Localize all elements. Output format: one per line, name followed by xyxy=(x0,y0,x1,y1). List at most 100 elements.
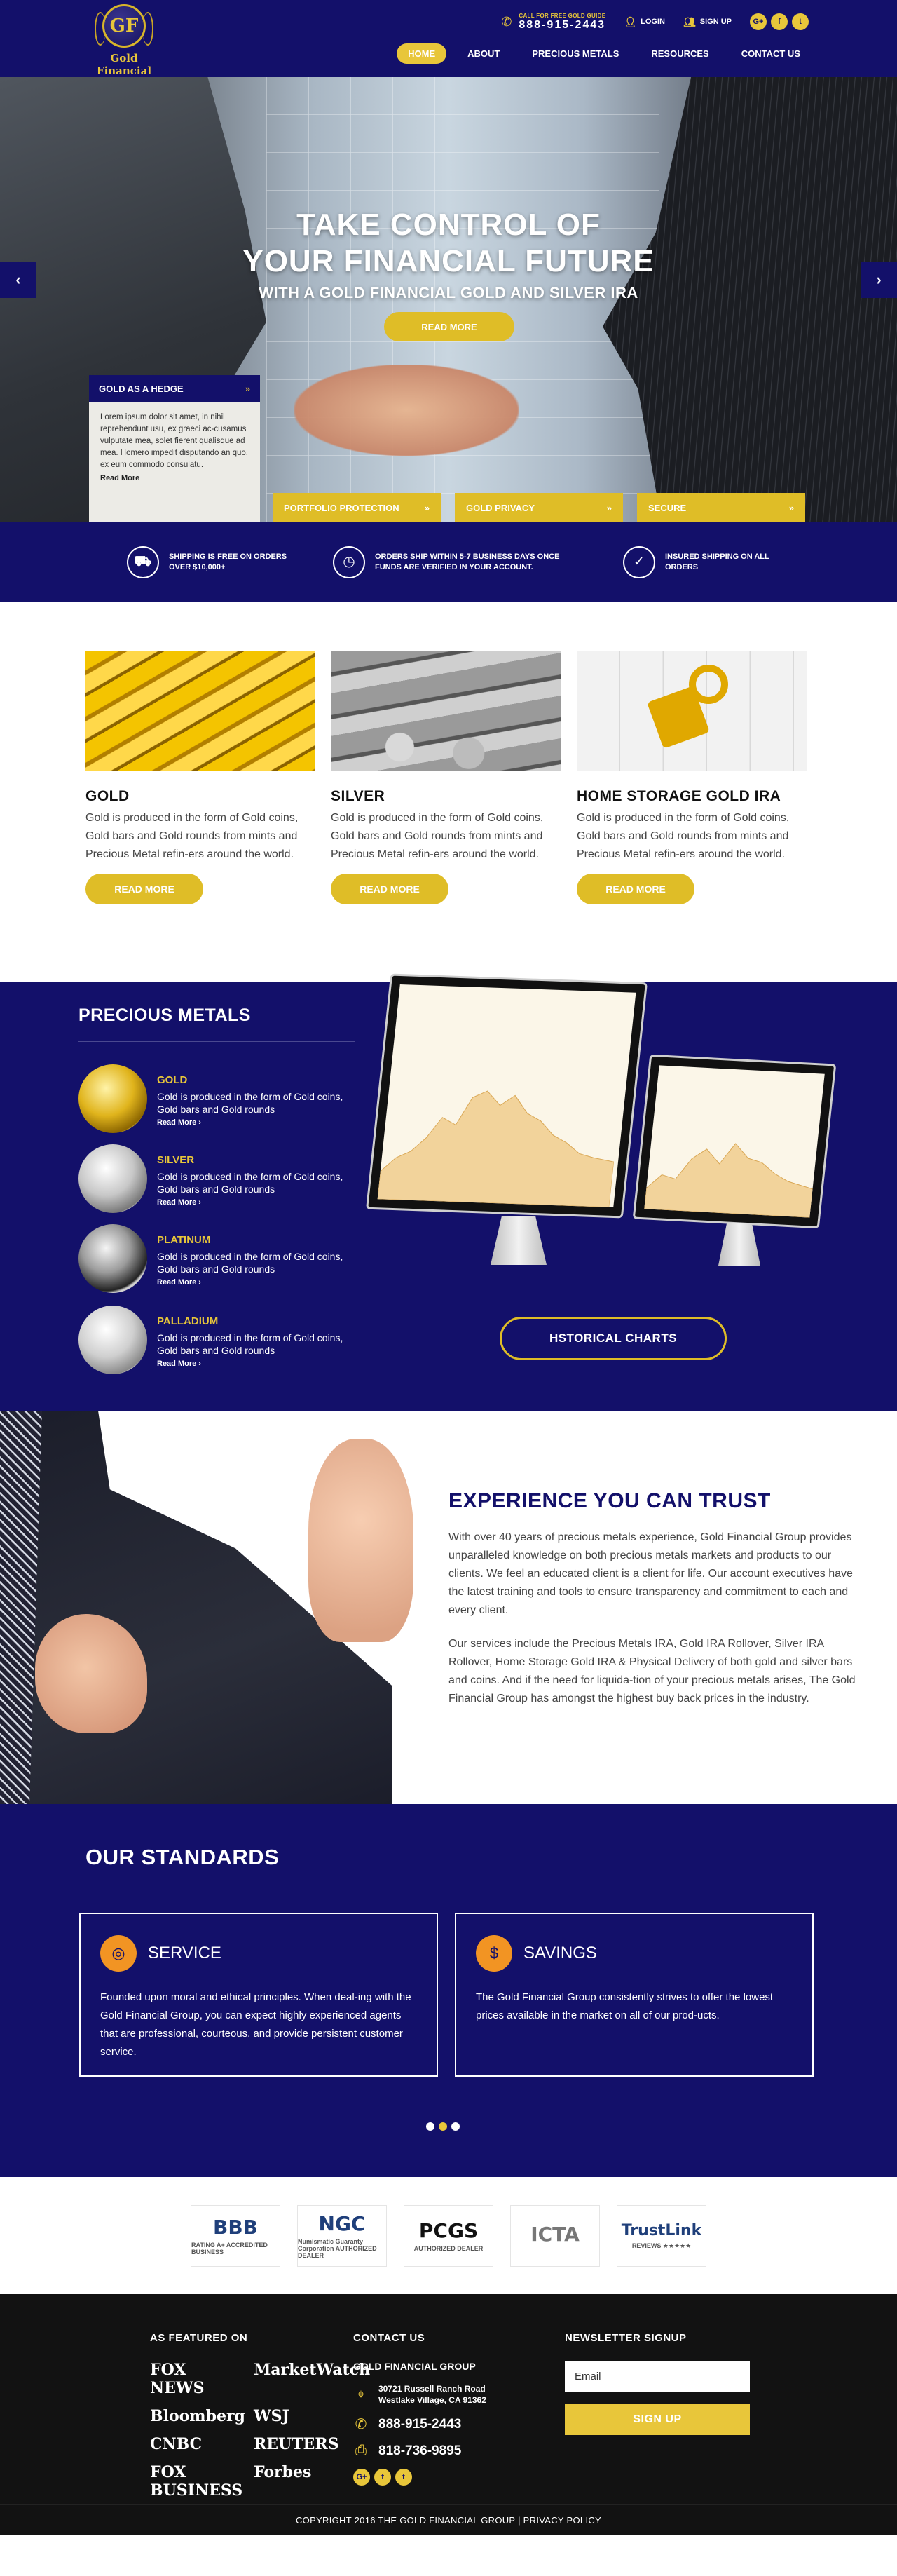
carousel-dot[interactable] xyxy=(426,2122,434,2131)
logo-text: NGC xyxy=(318,2212,366,2235)
metal-read-more-link[interactable]: Read More › xyxy=(157,1118,201,1127)
nav-about[interactable]: ABOUT xyxy=(456,43,511,64)
golden-key-puzzle-image xyxy=(577,651,807,771)
experience-title: EXPERIENCE YOU CAN TRUST xyxy=(448,1489,771,1512)
feature-strip: ⛟ SHIPPING IS FREE ON ORDERS OVER $10,00… xyxy=(0,522,897,602)
bbb-logo[interactable]: BBB RATING A+ ACCREDITED BUSINESS xyxy=(191,2204,280,2267)
login-link[interactable]: 👤︎ LOGIN xyxy=(624,16,665,28)
carousel-dot[interactable] xyxy=(451,2122,460,2131)
platinum-coin-image xyxy=(78,1224,147,1293)
footer-heading: AS FEATURED ON xyxy=(150,2332,248,2344)
map-pin-icon: ⌖ xyxy=(357,2386,365,2402)
read-more-button[interactable]: READ MORE xyxy=(577,874,694,904)
signup-label: SIGN UP xyxy=(699,18,732,26)
standard-title: SAVINGS xyxy=(523,1944,597,1962)
monitor-small-image xyxy=(632,1054,837,1229)
main-nav: HOME ABOUT PRECIOUS METALS RESOURCES CON… xyxy=(397,43,812,64)
experience-section: EXPERIENCE YOU CAN TRUST With over 40 ye… xyxy=(0,1411,897,1804)
feature-free-shipping: ⛟ SHIPPING IS FREE ON ORDERS OVER $10,00… xyxy=(127,545,295,578)
nav-home[interactable]: HOME xyxy=(397,43,447,64)
site-footer: AS FEATURED ON FOX NEWS MarketWatch Bloo… xyxy=(0,2294,897,2535)
historical-charts-button[interactable]: HSTORICAL CHARTS xyxy=(500,1317,727,1360)
facebook-icon[interactable]: f xyxy=(374,2469,391,2486)
top-bar: ✆ CALL FOR FREE GOLD GUIDE 888-915-2443 … xyxy=(501,11,809,32)
metal-item-platinum: PLATINUM Gold is produced in the form of… xyxy=(78,1224,359,1293)
slider-next-button[interactable]: › xyxy=(861,262,897,298)
signup-link[interactable]: 👥︎ SIGN UP xyxy=(683,16,732,28)
call-box[interactable]: ✆ CALL FOR FREE GOLD GUIDE 888-915-2443 xyxy=(501,13,605,32)
google-plus-icon[interactable]: G+ xyxy=(750,13,767,30)
read-more-button[interactable]: READ MORE xyxy=(85,874,203,904)
slider-prev-button[interactable]: ‹ xyxy=(0,262,36,298)
read-more-button[interactable]: READ MORE xyxy=(331,874,448,904)
hero-headline: TAKE CONTROL OF YOUR FINANCIAL FUTURE WI… xyxy=(0,207,897,302)
nav-contact-us[interactable]: CONTACT US xyxy=(730,43,812,64)
metal-name: SILVER xyxy=(157,1154,195,1166)
precious-metals-section: PRECIOUS METALS GOLD Gold is produced in… xyxy=(0,973,897,1411)
hero-read-more-button[interactable]: READ MORE xyxy=(384,312,514,341)
metal-read-more-link[interactable]: Read More › xyxy=(157,1360,201,1368)
logo-seal: GF xyxy=(95,4,153,48)
hedge-card-header[interactable]: GOLD AS A HEDGE » xyxy=(89,375,260,402)
tab-portfolio-protection[interactable]: PORTFOLIO PROTECTION » xyxy=(273,493,441,522)
product-description: Gold is produced in the form of Gold coi… xyxy=(577,812,790,860)
metal-item-silver: SILVER Gold is produced in the form of G… xyxy=(78,1144,359,1213)
footer-phone: 888-915-2443 xyxy=(378,2416,462,2432)
gold-bars-image xyxy=(85,651,315,771)
company-name: GOLD FINANCIAL GROUP xyxy=(353,2361,476,2372)
feature-text: INSURED SHIPPING ON ALL ORDERS xyxy=(665,552,769,571)
metal-read-more-link[interactable]: Read More › xyxy=(157,1278,201,1287)
clock-icon: ◷ xyxy=(333,545,365,578)
google-plus-icon[interactable]: G+ xyxy=(353,2469,370,2486)
hero-tabs: PORTFOLIO PROTECTION » GOLD PRIVACY » SECU… xyxy=(273,493,805,522)
metal-description: Gold is produced in the form of Gold coi… xyxy=(157,1171,343,1195)
logo-text: PCGS xyxy=(418,2219,479,2242)
product-card-silver: SILVER Gold is produced in the form of G… xyxy=(331,651,561,904)
tab-secure[interactable]: SECURE » xyxy=(637,493,805,522)
nav-resources[interactable]: RESOURCES xyxy=(640,43,720,64)
newsletter-signup-button[interactable]: SIGN UP xyxy=(565,2404,750,2435)
hero-slider: TAKE CONTROL OF YOUR FINANCIAL FUTURE WI… xyxy=(0,77,897,522)
email-input[interactable]: Email xyxy=(565,2361,750,2392)
partner-logos: BBB RATING A+ ACCREDITED BUSINESS NGC Numi… xyxy=(0,2177,897,2294)
icta-logo[interactable]: ICTA xyxy=(510,2204,600,2267)
social-links: G+ f t xyxy=(750,13,809,30)
feature-text: SHIPPING IS FREE ON ORDERS OVER $10,000+ xyxy=(169,552,287,571)
gold-coin-image xyxy=(78,1064,147,1133)
logo-text: BBB xyxy=(212,2216,259,2239)
metal-read-more-link[interactable]: Read More › xyxy=(157,1198,201,1207)
featured-on-column: AS FEATURED ON FOX NEWS MarketWatch Bloo… xyxy=(150,2332,370,2500)
monitor-stand xyxy=(491,1216,547,1265)
logo-text: ICTA xyxy=(530,2223,580,2246)
gold-hedge-card: GOLD AS A HEDGE » Lorem ipsum dolor sit … xyxy=(89,375,260,522)
ngc-logo[interactable]: NGC Numismatic Guaranty Corporation AUTHO… xyxy=(297,2204,387,2267)
facebook-icon[interactable]: f xyxy=(771,13,788,30)
metal-item-gold: GOLD Gold is produced in the form of Gol… xyxy=(78,1064,359,1133)
footer-social-links: G+ f t xyxy=(353,2469,549,2486)
product-card-gold: GOLD Gold is produced in the form of Gol… xyxy=(85,651,315,904)
products-section: GOLD Gold is produced in the form of Gol… xyxy=(0,602,897,982)
fox-news-logo: FOX NEWS xyxy=(150,2361,205,2397)
fox-business-logo: FOX BUSINESS xyxy=(150,2463,243,2500)
hedge-read-more-link[interactable]: Read More xyxy=(89,468,151,488)
nav-precious-metals[interactable]: PRECIOUS METALS xyxy=(521,43,630,64)
metal-description: Gold is produced in the form of Gold coi… xyxy=(157,1251,343,1275)
pcgs-logo[interactable]: PCGS AUTHORIZED DEALER xyxy=(404,2204,493,2267)
trustlink-logo[interactable]: TrustLink REVIEWS ★★★★★ xyxy=(617,2204,706,2267)
tab-gold-privacy[interactable]: GOLD PRIVACY » xyxy=(455,493,623,522)
twitter-icon[interactable]: t xyxy=(395,2469,412,2486)
metal-name: PALLADIUM xyxy=(157,1315,219,1327)
twitter-icon[interactable]: t xyxy=(792,13,809,30)
carousel-dot-active[interactable] xyxy=(439,2122,447,2131)
logo[interactable]: GF Gold Financial ★★★★★ xyxy=(83,4,165,82)
monitor-large-image xyxy=(365,973,648,1219)
metal-item-palladium: PALLADIUM Gold is produced in the form o… xyxy=(78,1306,359,1374)
add-user-icon: 👥︎ xyxy=(683,15,696,27)
phone-row[interactable]: ✆ 888-915-2443 xyxy=(353,2415,549,2433)
double-chevron-right-icon: » xyxy=(788,502,794,513)
footer-fax: 818-736-9895 xyxy=(378,2443,462,2458)
hero-line-3: WITH A GOLD FINANCIAL GOLD AND SILVER IR… xyxy=(259,284,638,301)
businessman-image xyxy=(0,1411,420,1804)
fax-icon: ⎙ xyxy=(355,2443,367,2458)
fax-row: ⎙ 818-736-9895 xyxy=(353,2443,549,2459)
